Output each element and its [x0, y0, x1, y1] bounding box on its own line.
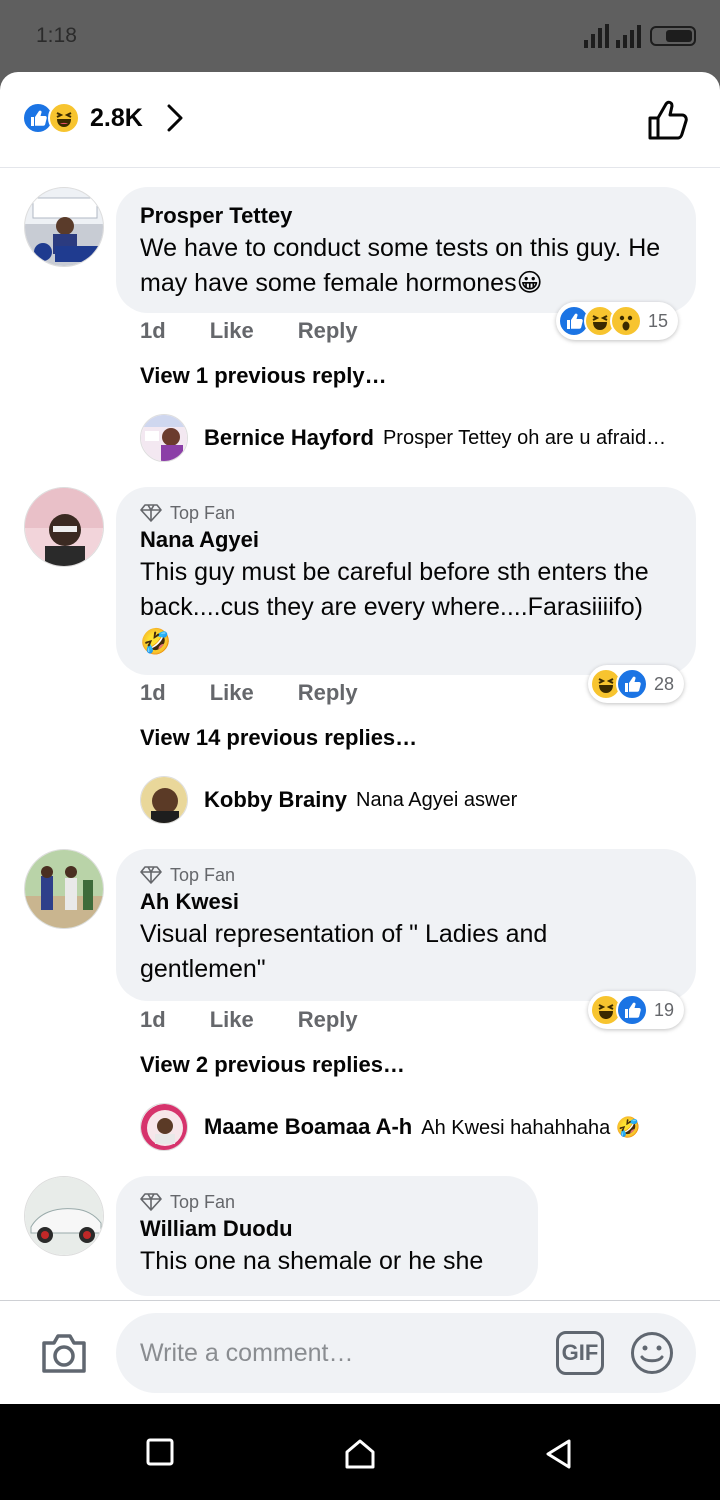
comment-bubble[interactable]: Prosper Tettey We have to conduct some t…: [116, 187, 696, 313]
like-button[interactable]: Like: [210, 680, 254, 706]
signal-icon: [584, 24, 641, 48]
comment-composer: GIF: [0, 1300, 720, 1404]
diamond-icon: [140, 866, 162, 884]
comment-text: We have to conduct some tests on this gu…: [140, 234, 661, 297]
reactions-summary[interactable]: 2.8K: [22, 102, 185, 134]
reply-text: Nana Agyei aswer: [356, 788, 518, 811]
like-post-button[interactable]: [646, 98, 690, 147]
comment-actions: 1d Like Reply: [140, 318, 358, 344]
status-bar: 1:18: [0, 0, 720, 72]
top-fan-badge: Top Fan: [140, 501, 672, 525]
view-previous-replies[interactable]: View 1 previous reply…: [140, 363, 387, 389]
comment-box: GIF: [116, 1313, 696, 1393]
comment-reaction-count: 28: [654, 673, 675, 694]
comment-age: 1d: [140, 318, 166, 343]
back-nav-icon[interactable]: [544, 1438, 574, 1470]
wow-reaction-icon: [610, 305, 642, 337]
comment-age: 1d: [140, 680, 166, 705]
comment-author[interactable]: William Duodu: [140, 1214, 514, 1244]
top-fan-label: Top Fan: [170, 502, 236, 523]
emoji-icon[interactable]: [630, 1331, 674, 1375]
top-fan-label: Top Fan: [170, 864, 236, 885]
status-time: 1:18: [36, 24, 77, 47]
avatar[interactable]: [24, 487, 104, 567]
like-reaction-icon: [616, 994, 648, 1026]
haha-reaction-icon: [48, 102, 80, 134]
comment-reactions[interactable]: 28: [588, 665, 685, 703]
avatar[interactable]: [24, 1176, 104, 1256]
like-reaction-icon: [616, 668, 648, 700]
reply-author: Maame Boamaa A-h: [204, 1114, 413, 1139]
avatar: [140, 414, 188, 462]
diamond-icon: [140, 504, 162, 522]
comment-author[interactable]: Prosper Tettey: [140, 201, 672, 231]
top-fan-label: Top Fan: [170, 1191, 236, 1212]
top-fan-badge: Top Fan: [140, 863, 672, 887]
reaction-count: 2.8K: [90, 103, 143, 132]
top-fan-badge: Top Fan: [140, 1190, 514, 1214]
comment-text: Visual representation of " Ladies and ge…: [140, 920, 548, 983]
chevron-right-icon: [167, 104, 183, 132]
gif-icon[interactable]: GIF: [556, 1331, 604, 1375]
view-previous-replies[interactable]: View 14 previous replies…: [140, 725, 417, 751]
comment-input[interactable]: [140, 1333, 540, 1373]
system-nav-bar: [0, 1404, 720, 1500]
comment-author[interactable]: Ah Kwesi: [140, 887, 672, 917]
comment-bubble[interactable]: Top Fan Ah Kwesi Visual representation o…: [116, 849, 696, 1001]
reply-button[interactable]: Reply: [298, 1007, 358, 1033]
comment-text: This one na shemale or he she: [140, 1247, 484, 1275]
battery-icon: [650, 26, 696, 46]
reply-text: Prosper Tettey oh are u afraid…: [382, 426, 667, 449]
comment-reactions[interactable]: 15: [556, 302, 679, 340]
comments-sheet: 2.8K Prosper Tettey We have to conduct s…: [0, 72, 720, 1404]
comment-text: This guy must be careful before sth ente…: [140, 558, 649, 656]
comment-reaction-count: 19: [654, 999, 675, 1020]
comment-actions: 1d Like Reply: [140, 1007, 358, 1033]
home-nav-icon[interactable]: [344, 1438, 376, 1470]
comment-reaction-count: 15: [648, 310, 669, 331]
reply-preview[interactable]: Bernice Hayford Prosper Tettey oh are u …: [140, 414, 696, 462]
avatar: [140, 1103, 188, 1151]
view-previous-replies[interactable]: View 2 previous replies…: [140, 1052, 405, 1078]
camera-icon[interactable]: [40, 1331, 88, 1375]
reply-author: Kobby Brainy: [204, 787, 348, 812]
comment-reactions[interactable]: 19: [588, 991, 685, 1029]
reply-text: Ah Kwesi hahahhaha 🤣: [421, 1116, 641, 1139]
square-nav-icon[interactable]: [146, 1438, 174, 1466]
sheet-header: 2.8K: [0, 72, 720, 168]
like-button[interactable]: Like: [210, 1007, 254, 1033]
like-button[interactable]: Like: [210, 318, 254, 344]
thumbs-up-outline-icon: [648, 100, 688, 140]
reply-button[interactable]: Reply: [298, 318, 358, 344]
comment-author[interactable]: Nana Agyei: [140, 525, 672, 555]
avatar[interactable]: [24, 187, 104, 267]
reply-button[interactable]: Reply: [298, 680, 358, 706]
comment-actions: 1d Like Reply: [140, 680, 358, 706]
avatar: [140, 776, 188, 824]
comment-age: 1d: [140, 1007, 166, 1032]
gif-label: GIF: [561, 1340, 599, 1365]
reply-preview[interactable]: Kobby Brainy Nana Agyei aswer: [140, 776, 696, 824]
reply-preview[interactable]: Maame Boamaa A-h Ah Kwesi hahahhaha 🤣: [140, 1103, 696, 1151]
avatar[interactable]: [24, 849, 104, 929]
diamond-icon: [140, 1193, 162, 1211]
comment-bubble[interactable]: Top Fan William Duodu This one na shemal…: [116, 1176, 538, 1296]
reply-author: Bernice Hayford: [204, 425, 374, 450]
comment-bubble[interactable]: Top Fan Nana Agyei This guy must be care…: [116, 487, 696, 675]
